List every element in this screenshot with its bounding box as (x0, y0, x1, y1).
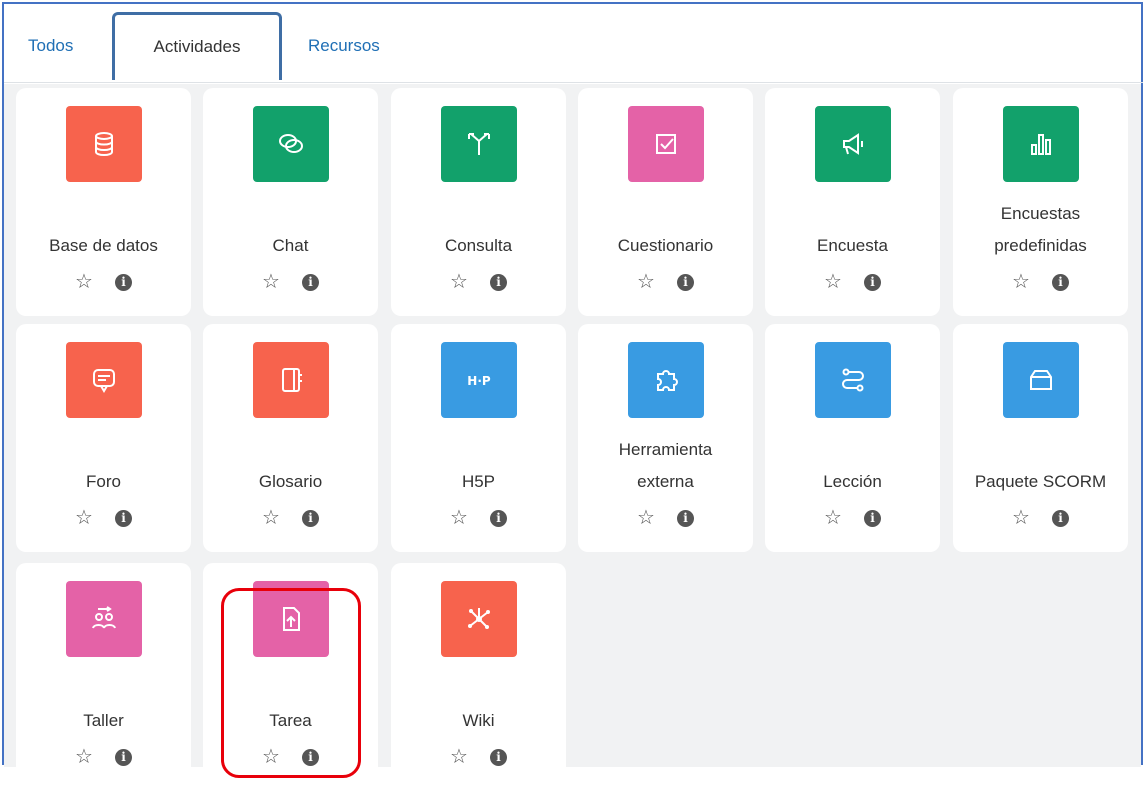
h5p-icon: H·P (440, 342, 517, 418)
survey-icon (1002, 106, 1079, 182)
feedback-icon (814, 106, 891, 182)
activity-card[interactable]: Base de datos ☆ i (16, 88, 191, 316)
activity-actions: ☆ i (203, 745, 378, 769)
activity-card[interactable]: Foro ☆ i (16, 324, 191, 552)
tab-todos[interactable]: Todos (28, 36, 73, 56)
activity-actions: ☆ i (765, 506, 940, 530)
wiki-icon (440, 581, 517, 657)
star-icon[interactable]: ☆ (75, 272, 93, 292)
activity-actions: ☆ i (16, 270, 191, 294)
activity-card[interactable]: Encuesta ☆ i (765, 88, 940, 316)
activity-name: Tarea (269, 711, 312, 730)
activity-card[interactable]: Encuestas predefinidas ☆ i (953, 88, 1128, 316)
star-icon[interactable]: ☆ (262, 508, 280, 528)
activity-card[interactable]: Tarea ☆ i (203, 563, 378, 791)
activity-name: Encuesta (817, 236, 888, 255)
info-icon[interactable]: i (863, 273, 881, 291)
activity-card[interactable]: Consulta ☆ i (391, 88, 566, 316)
star-icon[interactable]: ☆ (262, 747, 280, 767)
activity-card[interactable]: Lección ☆ i (765, 324, 940, 552)
info-icon[interactable]: i (676, 509, 694, 527)
scorm-icon (1002, 342, 1079, 418)
database-icon (65, 106, 142, 182)
star-icon[interactable]: ☆ (637, 508, 655, 528)
info-icon[interactable]: i (489, 509, 507, 527)
info-icon[interactable]: i (114, 273, 132, 291)
workshop-icon (65, 581, 142, 657)
activity-card[interactable]: Paquete SCORM ☆ i (953, 324, 1128, 552)
puzzle-icon (627, 342, 704, 418)
activity-card[interactable]: Chat ☆ i (203, 88, 378, 316)
activity-actions: ☆ i (16, 745, 191, 769)
activity-name: Base de datos (49, 236, 158, 255)
info-icon[interactable]: i (676, 273, 694, 291)
activity-actions: ☆ i (578, 270, 753, 294)
star-icon[interactable]: ☆ (637, 272, 655, 292)
star-icon[interactable]: ☆ (75, 508, 93, 528)
activity-name: Foro (86, 472, 121, 491)
info-icon[interactable]: i (301, 748, 319, 766)
assignment-icon (252, 581, 329, 657)
tab-bar: Todos Actividades Recursos (4, 4, 1143, 84)
activity-grid: Base de datos ☆ i Chat ☆ i Consulta ☆ i Cuestiona… (4, 84, 1141, 791)
activity-actions: ☆ i (578, 506, 753, 530)
chat-icon (252, 106, 329, 182)
activity-card[interactable]: Taller ☆ i (16, 563, 191, 791)
activity-card[interactable]: Herramienta externa ☆ i (578, 324, 753, 552)
info-icon[interactable]: i (301, 273, 319, 291)
activity-actions: ☆ i (203, 506, 378, 530)
activity-name: Wiki (462, 711, 495, 730)
lesson-icon (814, 342, 891, 418)
forum-icon (65, 342, 142, 418)
activity-name: Cuestionario (617, 236, 714, 255)
tab-actividades[interactable]: Actividades (112, 12, 282, 80)
activity-actions: ☆ i (391, 745, 566, 769)
star-icon[interactable]: ☆ (450, 508, 468, 528)
activity-actions: ☆ i (765, 270, 940, 294)
star-icon[interactable]: ☆ (824, 272, 842, 292)
activity-actions: ☆ i (203, 270, 378, 294)
info-icon[interactable]: i (114, 509, 132, 527)
info-icon[interactable]: i (114, 748, 132, 766)
activity-name: Taller (83, 711, 124, 730)
tab-divider (4, 82, 1143, 83)
activity-name: H5P (461, 472, 496, 491)
activity-name: Encuestas predefinidas (994, 204, 1087, 255)
svg-text:H·P: H·P (467, 374, 491, 388)
star-icon[interactable]: ☆ (1012, 508, 1030, 528)
star-icon[interactable]: ☆ (262, 272, 280, 292)
info-icon[interactable]: i (301, 509, 319, 527)
activity-name: Glosario (258, 472, 323, 491)
activity-card[interactable]: Wiki ☆ i (391, 563, 566, 791)
activity-name: Consulta (444, 236, 513, 255)
quiz-icon (627, 106, 704, 182)
star-icon[interactable]: ☆ (450, 747, 468, 767)
info-icon[interactable]: i (489, 273, 507, 291)
info-icon[interactable]: i (863, 509, 881, 527)
activity-actions: ☆ i (953, 506, 1128, 530)
activity-actions: ☆ i (953, 270, 1128, 294)
star-icon[interactable]: ☆ (1012, 272, 1030, 292)
info-icon[interactable]: i (1051, 509, 1069, 527)
star-icon[interactable]: ☆ (75, 747, 93, 767)
activity-actions: ☆ i (391, 506, 566, 530)
activity-actions: ☆ i (391, 270, 566, 294)
tab-actividades-label: Actividades (153, 37, 241, 56)
activity-card[interactable]: H·P H5P ☆ i (391, 324, 566, 552)
info-icon[interactable]: i (489, 748, 507, 766)
activity-name: Paquete SCORM (974, 472, 1107, 491)
glossary-icon (252, 342, 329, 418)
star-icon[interactable]: ☆ (450, 272, 468, 292)
activity-card[interactable]: Glosario ☆ i (203, 324, 378, 552)
tab-recursos[interactable]: Recursos (308, 36, 380, 56)
activity-name: Lección (823, 472, 882, 491)
star-icon[interactable]: ☆ (824, 508, 842, 528)
activity-card[interactable]: Cuestionario ☆ i (578, 88, 753, 316)
info-icon[interactable]: i (1051, 273, 1069, 291)
activity-actions: ☆ i (16, 506, 191, 530)
activity-name: Herramienta externa (618, 440, 713, 491)
activity-name: Chat (272, 236, 309, 255)
choice-icon (440, 106, 517, 182)
